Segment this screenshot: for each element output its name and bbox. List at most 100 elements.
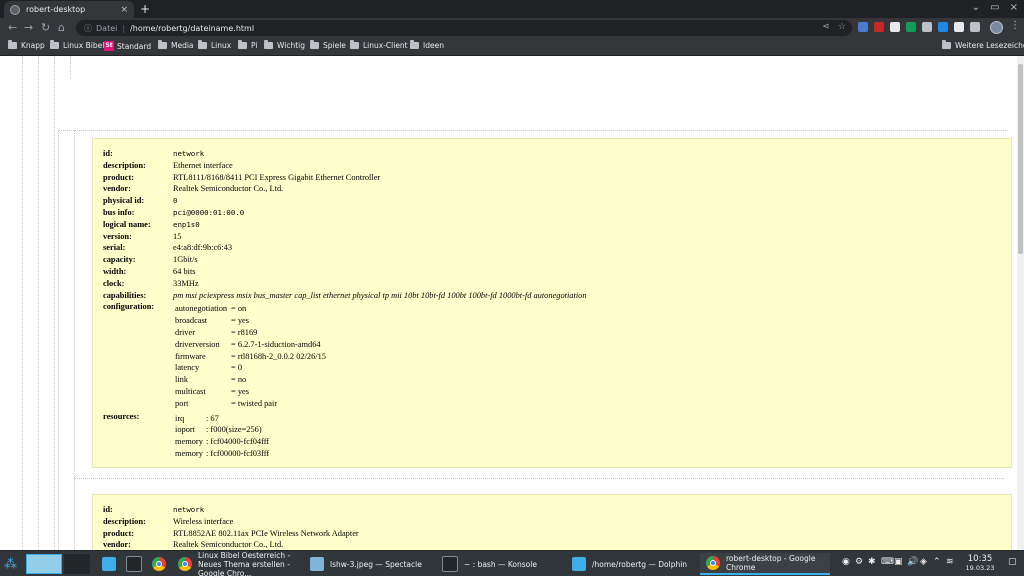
property-key: clock: <box>103 278 125 288</box>
other-bookmarks[interactable]: Weitere Lesezeichen <box>942 40 1024 50</box>
bookmark-linux-bibel[interactable]: Linux Bibel <box>50 40 104 50</box>
extensions-area <box>858 22 980 32</box>
share-icon[interactable]: ⋖ <box>822 22 830 32</box>
sub-property-value: = 0 <box>231 363 243 373</box>
property-key: vendor: <box>103 540 131 550</box>
task-konsole[interactable]: ~ : bash — Konsole <box>436 553 564 575</box>
bluetooth-icon[interactable]: ✱ <box>868 557 876 567</box>
sub-property-key: irq <box>175 413 185 423</box>
sub-property-key: memory <box>175 449 203 458</box>
pinned-konsole[interactable] <box>120 553 148 575</box>
extension-icon[interactable] <box>906 22 916 32</box>
network-monitor-icon[interactable]: ◉ <box>842 557 850 567</box>
task-chrome-robert-desktop[interactable]: robert-desktop - Google Chrome <box>700 553 830 575</box>
extension-icon[interactable] <box>858 22 868 32</box>
virtual-desktop-1[interactable] <box>26 554 62 574</box>
property-value: 1Gbit/s <box>173 255 198 265</box>
property-key: vendor: <box>103 184 131 194</box>
url-text[interactable]: /home/robertg/dateiname.html <box>130 24 254 33</box>
folder-icon <box>198 40 207 49</box>
network-node-wireless: id: network description: Wireless interface… <box>92 494 1012 550</box>
extension-icon[interactable] <box>970 22 980 32</box>
network-icon[interactable]: ◈ <box>920 557 927 567</box>
property-value: network <box>173 505 205 514</box>
app-launcher-icon[interactable]: ⁂ <box>4 553 17 575</box>
bookmark-wichtig[interactable]: Wichtig <box>264 40 305 50</box>
tab-close-icon[interactable]: × <box>120 5 128 15</box>
clock[interactable]: 10:35 19.03.23 <box>962 554 998 572</box>
back-icon[interactable]: ← <box>8 21 17 35</box>
task-dolphin[interactable]: /home/robertg — Dolphin <box>566 553 696 575</box>
sub-property-value: = yes <box>231 316 249 326</box>
property-value: Realtek Semiconductor Co., Ltd. <box>173 540 284 550</box>
maximize-icon[interactable]: ▭ <box>990 2 999 13</box>
site-favicon-icon: St <box>104 41 114 51</box>
folder-icon <box>264 40 273 49</box>
bookmark-standard[interactable]: St Standard <box>104 41 151 51</box>
property-value: 15 <box>173 231 182 241</box>
settings-icon[interactable]: ⚙ <box>855 557 863 567</box>
extension-icon[interactable] <box>938 22 948 32</box>
task-chrome-linux-bibel[interactable]: Linux Bibel Oesterreich - Neues Thema er… <box>172 551 302 578</box>
page-scrollbar[interactable] <box>1017 56 1024 550</box>
keyboard-icon[interactable]: ⌨ <box>881 557 894 567</box>
folder-icon <box>238 40 247 49</box>
new-tab-button[interactable]: + <box>140 2 150 16</box>
home-icon[interactable]: ⌂ <box>58 21 65 35</box>
chrome-icon <box>706 556 720 570</box>
profile-avatar[interactable] <box>990 21 1003 34</box>
terminal-icon <box>126 556 142 572</box>
extension-icon[interactable] <box>890 22 900 32</box>
extension-icon[interactable] <box>954 22 964 32</box>
folder-icon <box>50 40 59 49</box>
volume-icon[interactable]: 🔊 <box>907 557 918 567</box>
property-value: e4:a8:df:9b:c6:43 <box>173 243 233 253</box>
display-icon[interactable]: ▣ <box>894 557 903 567</box>
extension-icon[interactable] <box>874 22 884 32</box>
bookmark-linux[interactable]: Linux <box>198 40 231 50</box>
forward-icon[interactable]: → <box>24 21 33 35</box>
bookmark-media[interactable]: Media <box>158 40 194 50</box>
folder-app-icon <box>572 557 586 571</box>
window-controls: ⌄ ▭ × <box>972 2 1018 13</box>
tree-guide <box>58 130 59 550</box>
clock-date: 19.03.23 <box>965 564 995 572</box>
show-desktop-icon[interactable]: ▢ <box>1008 557 1017 567</box>
minimize-icon[interactable]: ⌄ <box>972 2 980 13</box>
tab-robert-desktop[interactable]: robert-desktop × <box>4 1 134 18</box>
scrollbar-thumb[interactable] <box>1018 64 1023 254</box>
task-spectacle[interactable]: lshw-3.jpeg — Spectacle <box>304 553 432 575</box>
sub-property-key: broadcast <box>175 316 208 326</box>
taskbar: ⁂ Linux Bibel Oesterreich - Neues Thema … <box>0 550 1024 578</box>
bookmark-pi[interactable]: Pi <box>238 40 257 50</box>
extension-icon[interactable] <box>922 22 932 32</box>
sub-property-key: driverversion <box>175 339 220 349</box>
property-value: Realtek Semiconductor Co., Ltd. <box>173 184 284 194</box>
terminal-icon <box>442 556 458 572</box>
wifi-icon[interactable]: ≋ <box>946 557 954 567</box>
clock-time: 10:35 <box>967 554 993 564</box>
menu-icon[interactable]: ⋮ <box>1010 20 1020 31</box>
bookmark-ideen[interactable]: Ideen <box>410 40 444 50</box>
expand-tray-icon[interactable]: ⌃ <box>933 557 941 567</box>
property-value: Wireless interface <box>173 516 234 526</box>
property-value: pci@0000:01:00.0 <box>173 208 245 217</box>
pinned-dolphin[interactable] <box>96 553 122 575</box>
address-bar[interactable]: ⓘ Datei | /home/robertg/dateiname.html ⋖… <box>76 20 852 36</box>
spectacle-icon <box>310 557 324 571</box>
info-icon[interactable]: ⓘ <box>84 23 92 34</box>
bookmark-knapp[interactable]: Knapp <box>8 40 45 50</box>
property-key: id: <box>103 149 113 158</box>
pinned-chrome[interactable] <box>146 553 172 575</box>
page-content: id: network description: Ethernet interface… <box>0 56 1024 550</box>
close-window-icon[interactable]: × <box>1010 2 1018 13</box>
property-value: 33MHz <box>173 278 199 288</box>
reload-icon[interactable]: ↻ <box>41 21 50 35</box>
bookmark-spiele[interactable]: Spiele <box>310 40 346 50</box>
bookmark-star-icon[interactable]: ☆ <box>838 22 846 32</box>
property-value: RTL8111/8168/8411 PCI Express Gigabit Et… <box>173 172 381 182</box>
virtual-desktop-2[interactable] <box>64 554 90 574</box>
sub-property-value: : 67 <box>206 413 219 423</box>
bookmark-linux-client[interactable]: Linux-Client <box>350 40 408 50</box>
property-key: description: <box>103 516 146 526</box>
